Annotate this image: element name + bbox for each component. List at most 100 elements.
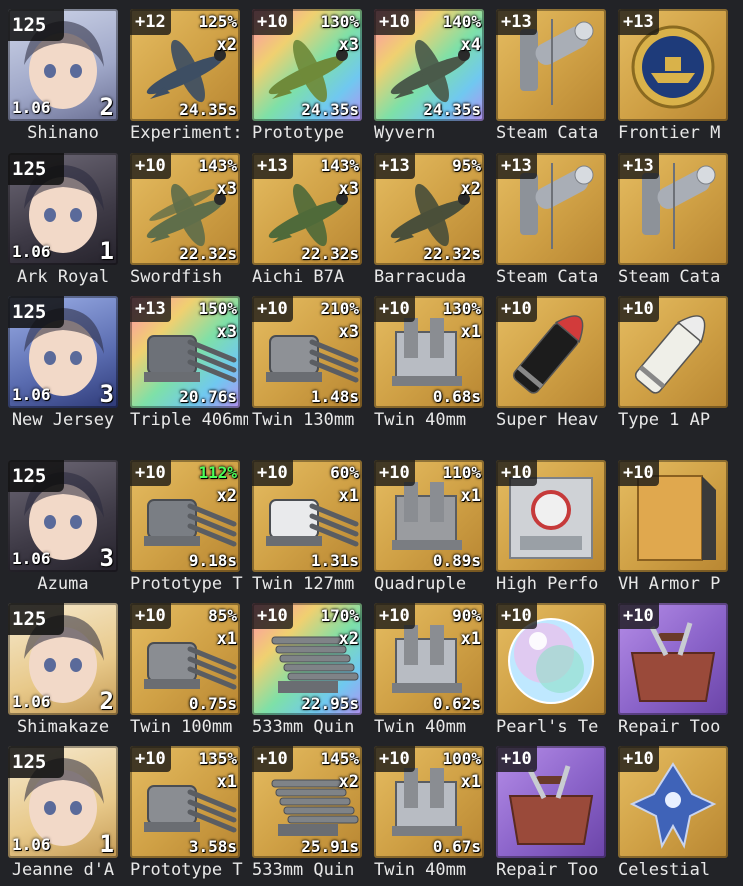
equipment-card[interactable]: +10 112% x2 9.18s (130, 460, 240, 572)
equipment-card[interactable]: +10 (618, 460, 728, 572)
ship-card[interactable]: 125 1.06 2 (8, 603, 118, 715)
equipment-card[interactable]: +10 145% x2 25.91s (252, 746, 362, 858)
equipment-card[interactable]: +10 (496, 296, 606, 408)
equipment-card[interactable]: +12 125% x2 24.35s (130, 9, 240, 121)
equipment-card[interactable]: +10 100% x1 0.67s (374, 746, 484, 858)
ship-name: Azuma (37, 574, 89, 594)
ship-stat: 1.06 (12, 242, 51, 261)
equipment-name: Repair Too (496, 860, 599, 880)
equipment-card[interactable]: +10 143% x3 22.32s (130, 153, 240, 265)
equipment-card[interactable]: +13 (496, 9, 606, 121)
reload-time: 24.35s (423, 100, 481, 119)
equipment-card[interactable]: +10 60% x1 1.31s (252, 460, 362, 572)
equipment-name: Celestial (618, 860, 711, 880)
ship-stat: 1.06 (12, 835, 51, 854)
equipment-card[interactable]: +10 130% x1 0.68s (374, 296, 484, 408)
ship-name: Shimakaze (16, 717, 110, 737)
equipment-card[interactable]: +13 (618, 153, 728, 265)
equipment-name: Wyvern (374, 123, 436, 143)
equipment-card[interactable]: +10 140% x4 24.35s (374, 9, 484, 121)
mount-count: x1 (460, 322, 481, 342)
mount-count: x3 (216, 179, 237, 199)
equipment-name: Barracuda (374, 267, 467, 287)
equipment-card[interactable]: +10 130% x3 24.35s (252, 9, 362, 121)
ship-card[interactable]: 125 1.06 2 (8, 9, 118, 121)
equipment-card[interactable]: +13 (496, 153, 606, 265)
ship-level: 125 (8, 460, 64, 492)
ship-level: 125 (8, 603, 64, 635)
ship-slot-count: 1 (99, 830, 114, 858)
equipment-card[interactable]: +10 (496, 460, 606, 572)
equipment-card[interactable]: +10 90% x1 0.62s (374, 603, 484, 715)
equipment-card[interactable]: +10 210% x3 1.48s (252, 296, 362, 408)
ship-level: 125 (8, 9, 64, 41)
equipment-card[interactable]: +10 (618, 296, 728, 408)
equipment-card[interactable]: +10 (618, 746, 728, 858)
enhance-level: +10 (252, 460, 293, 486)
mount-count: x1 (216, 772, 237, 792)
reload-time: 1.31s (310, 551, 359, 570)
enhance-level: +13 (618, 153, 659, 179)
equipment-name: Prototype T (130, 574, 243, 594)
efficiency-percent: 135% (198, 749, 237, 768)
enhance-level: +13 (618, 9, 659, 35)
mount-count: x1 (460, 486, 481, 506)
equipment-card[interactable]: +10 110% x1 0.89s (374, 460, 484, 572)
equipment-card[interactable]: +10 170% x2 22.95s (252, 603, 362, 715)
enhance-level: +13 (496, 153, 537, 179)
reload-time: 22.95s (301, 694, 359, 713)
equipment-card[interactable]: +13 143% x3 22.32s (252, 153, 362, 265)
enhance-level: +12 (130, 9, 171, 35)
ship-card[interactable]: 125 1.06 3 (8, 460, 118, 572)
enhance-level: +10 (252, 9, 293, 35)
equipment-card[interactable]: +13 (618, 9, 728, 121)
equipment-name: Experiment: (130, 123, 243, 143)
equipment-card[interactable]: +10 (496, 746, 606, 858)
equipment-card[interactable]: +13 95% x2 22.32s (374, 153, 484, 265)
equipment-card[interactable]: +10 (618, 603, 728, 715)
ship-name: New Jersey (11, 410, 115, 430)
equipment-card[interactable]: +10 85% x1 0.75s (130, 603, 240, 715)
efficiency-percent: 150% (198, 299, 237, 318)
reload-time: 22.32s (301, 244, 359, 263)
equipment-name: 533mm Quin (252, 717, 355, 737)
equipment-name: Aichi B7A (252, 267, 345, 287)
reload-time: 9.18s (188, 551, 237, 570)
enhance-level: +10 (618, 603, 659, 629)
enhance-level: +10 (252, 603, 293, 629)
efficiency-percent: 170% (320, 606, 359, 625)
equipment-card[interactable]: +13 150% x3 20.76s (130, 296, 240, 408)
mount-count: x2 (460, 179, 481, 199)
equipment-card[interactable]: +10 135% x1 3.58s (130, 746, 240, 858)
enhance-level: +13 (252, 153, 293, 179)
equipment-name: Twin 40mm (374, 410, 467, 430)
efficiency-percent: 100% (442, 749, 481, 768)
efficiency-percent: 112% (198, 463, 237, 482)
enhance-level: +10 (496, 746, 537, 772)
enhance-level: +10 (374, 9, 415, 35)
reload-time: 0.89s (432, 551, 481, 570)
ship-card[interactable]: 125 1.06 1 (8, 153, 118, 265)
ship-stat: 1.06 (12, 549, 51, 568)
ship-level: 125 (8, 153, 64, 185)
equipment-name: Twin 40mm (374, 860, 467, 880)
equipment-name: Prototype T (130, 860, 243, 880)
ship-stat: 1.06 (12, 385, 51, 404)
equipment-name: Super Heav (496, 410, 599, 430)
ship-name: Shinano (27, 123, 99, 143)
efficiency-percent: 110% (442, 463, 481, 482)
mount-count: x3 (216, 322, 237, 342)
equipment-name: Pearl's Te (496, 717, 599, 737)
efficiency-percent: 145% (320, 749, 359, 768)
reload-time: 25.91s (301, 837, 359, 856)
equipment-name: 533mm Quin (252, 860, 355, 880)
ship-level: 125 (8, 296, 64, 328)
ship-card[interactable]: 125 1.06 3 (8, 296, 118, 408)
enhance-level: +10 (496, 603, 537, 629)
equipment-name: Steam Cata (496, 267, 599, 287)
ship-name: Ark Royal (16, 267, 110, 287)
mount-count: x2 (216, 486, 237, 506)
equipment-card[interactable]: +10 (496, 603, 606, 715)
ship-card[interactable]: 125 1.06 1 (8, 746, 118, 858)
enhance-level: +10 (374, 603, 415, 629)
